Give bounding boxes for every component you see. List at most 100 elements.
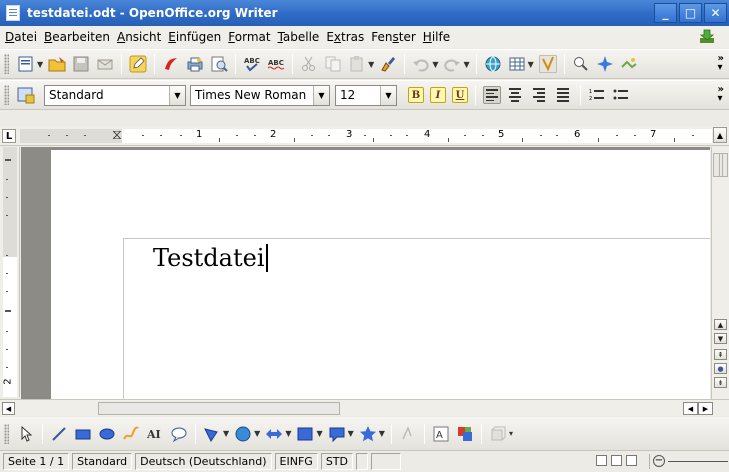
- chevron-down-icon[interactable]: ▼: [313, 85, 329, 105]
- scroll-down-arrow-icon[interactable]: ▼: [714, 333, 727, 344]
- clone-formatting-icon[interactable]: [379, 55, 397, 73]
- horizontal-scroll-thumb[interactable]: [98, 402, 340, 415]
- single-page-view-icon[interactable]: [596, 455, 607, 466]
- minimize-button[interactable]: _: [654, 3, 677, 23]
- undo-icon[interactable]: [412, 55, 430, 73]
- select-arrow-icon[interactable]: [17, 425, 35, 443]
- font-size-select[interactable]: 12 ▼: [335, 84, 397, 106]
- basic-shapes-icon[interactable]: [203, 425, 221, 443]
- find-replace-icon[interactable]: [572, 55, 590, 73]
- block-arrows-icon[interactable]: [265, 425, 283, 443]
- table-icon[interactable]: [508, 55, 526, 73]
- scroll-left-arrow-icon[interactable]: ◀: [2, 402, 15, 415]
- cut-icon[interactable]: [300, 55, 318, 73]
- line-icon[interactable]: [50, 425, 68, 443]
- bullets-icon[interactable]: [612, 86, 630, 104]
- language-indicator[interactable]: Deutsch (Deutschland): [135, 453, 272, 470]
- fontwork-gallery-icon[interactable]: A: [432, 425, 450, 443]
- from-file-icon[interactable]: [456, 425, 474, 443]
- callouts-icon[interactable]: [170, 425, 188, 443]
- chevron-down-icon[interactable]: ▼: [528, 60, 534, 69]
- stars-icon[interactable]: [359, 425, 377, 443]
- chevron-down-icon[interactable]: ▼: [368, 60, 374, 69]
- autospellcheck-icon[interactable]: ABC: [267, 55, 285, 73]
- indent-marker-icon[interactable]: ⧖: [112, 128, 122, 142]
- gallery-icon[interactable]: [620, 55, 638, 73]
- menu-tabelle[interactable]: Tabelle: [276, 30, 325, 44]
- navigation-icon[interactable]: ●: [714, 363, 727, 374]
- digital-signature-indicator[interactable]: [370, 453, 401, 470]
- callout-shapes-icon[interactable]: [328, 425, 346, 443]
- chevron-down-icon[interactable]: ▼: [380, 85, 396, 105]
- numbering-icon[interactable]: 12: [588, 86, 606, 104]
- toolbar-grip[interactable]: [4, 85, 9, 105]
- align-center-button[interactable]: [507, 86, 525, 104]
- extrusion-toggle-icon[interactable]: [489, 425, 507, 443]
- page-indicator[interactable]: Seite 1 / 1: [3, 453, 70, 470]
- maximize-button[interactable]: □: [679, 3, 702, 23]
- navigator-icon[interactable]: [596, 55, 614, 73]
- tab-type-selector[interactable]: L: [2, 129, 16, 143]
- send-email-icon[interactable]: [96, 55, 114, 73]
- book-view-icon[interactable]: [626, 455, 637, 466]
- rectangle-icon[interactable]: [74, 425, 92, 443]
- scroll-right-arrow-icon[interactable]: ▶: [698, 402, 713, 415]
- next-page-icon[interactable]: ⇟: [714, 377, 727, 388]
- ruler-margin-marker[interactable]: [5, 310, 11, 312]
- document-text[interactable]: Testdatei: [153, 243, 268, 273]
- export-pdf-icon[interactable]: [162, 55, 180, 73]
- toolbar-grip[interactable]: [4, 423, 9, 444]
- zoom-slider-track[interactable]: [668, 461, 728, 462]
- flowchart-icon[interactable]: [296, 425, 314, 443]
- chevron-down-icon[interactable]: ▼: [432, 60, 438, 69]
- justify-button[interactable]: [555, 86, 573, 104]
- selection-mode-indicator[interactable]: STD: [320, 453, 353, 470]
- page-preview-icon[interactable]: [210, 55, 228, 73]
- chevron-down-icon[interactable]: ▼: [285, 429, 291, 438]
- text-tool-icon[interactable]: AI: [146, 425, 164, 443]
- page-style-indicator[interactable]: Standard: [72, 453, 133, 470]
- menu-einfuegen[interactable]: Einfügen: [166, 30, 226, 44]
- chevron-down-icon[interactable]: ▼: [316, 429, 322, 438]
- horizontal-scrollbar[interactable]: ◀ ◀ ▶: [0, 399, 729, 416]
- ellipse-icon[interactable]: [98, 425, 116, 443]
- update-download-icon[interactable]: [699, 29, 715, 44]
- document-page[interactable]: Testdatei: [51, 150, 710, 399]
- insert-mode-indicator[interactable]: EINFG: [274, 453, 318, 470]
- copy-icon[interactable]: [324, 55, 342, 73]
- chevron-down-icon[interactable]: ▼: [254, 429, 260, 438]
- points-icon[interactable]: [399, 425, 417, 443]
- underline-button[interactable]: U: [452, 87, 468, 103]
- save-icon[interactable]: [72, 55, 90, 73]
- chevron-down-icon[interactable]: ▼: [169, 85, 185, 105]
- chevron-down-icon[interactable]: ▼: [348, 429, 354, 438]
- previous-page-icon[interactable]: ⇞: [714, 349, 727, 360]
- toolbar-grip[interactable]: [4, 54, 9, 74]
- symbol-shapes-icon[interactable]: [234, 425, 252, 443]
- print-icon[interactable]: [186, 55, 204, 73]
- italic-button[interactable]: I: [430, 87, 446, 103]
- menu-format[interactable]: Format: [226, 30, 275, 44]
- menu-hilfe[interactable]: Hilfe: [421, 30, 455, 44]
- scroll-left-arrow-icon[interactable]: ◀: [683, 402, 698, 415]
- vertical-scroll-thumb[interactable]: [713, 153, 728, 177]
- show-draw-functions-icon[interactable]: [538, 55, 557, 73]
- vertical-scrollbar[interactable]: ▲ ▼ ⇞ ● ⇟: [711, 147, 729, 399]
- menu-fenster[interactable]: Fenster: [369, 30, 421, 44]
- edit-file-icon[interactable]: [129, 55, 147, 73]
- paste-icon[interactable]: [348, 55, 366, 73]
- scroll-up-arrow-icon[interactable]: ▲: [714, 319, 727, 330]
- menu-datei[interactable]: Datei: [3, 30, 42, 44]
- align-left-button[interactable]: [483, 86, 501, 104]
- freeform-line-icon[interactable]: [122, 425, 140, 443]
- chevron-down-icon[interactable]: ▼: [223, 429, 229, 438]
- toolbar-overflow-icon[interactable]: » ▾: [718, 85, 724, 104]
- multi-page-view-icon[interactable]: [611, 455, 622, 466]
- open-folder-icon[interactable]: [48, 55, 66, 73]
- horizontal-ruler[interactable]: L ⧖ 1 2 3 4 5 6 7 ▲: [0, 126, 729, 146]
- chevron-down-icon[interactable]: ▾: [509, 429, 513, 438]
- menu-extras[interactable]: Extras: [324, 30, 369, 44]
- new-document-icon[interactable]: [17, 55, 35, 73]
- zoom-slider[interactable]: −: [649, 454, 729, 469]
- scroll-up-arrow-icon[interactable]: ▲: [713, 127, 727, 143]
